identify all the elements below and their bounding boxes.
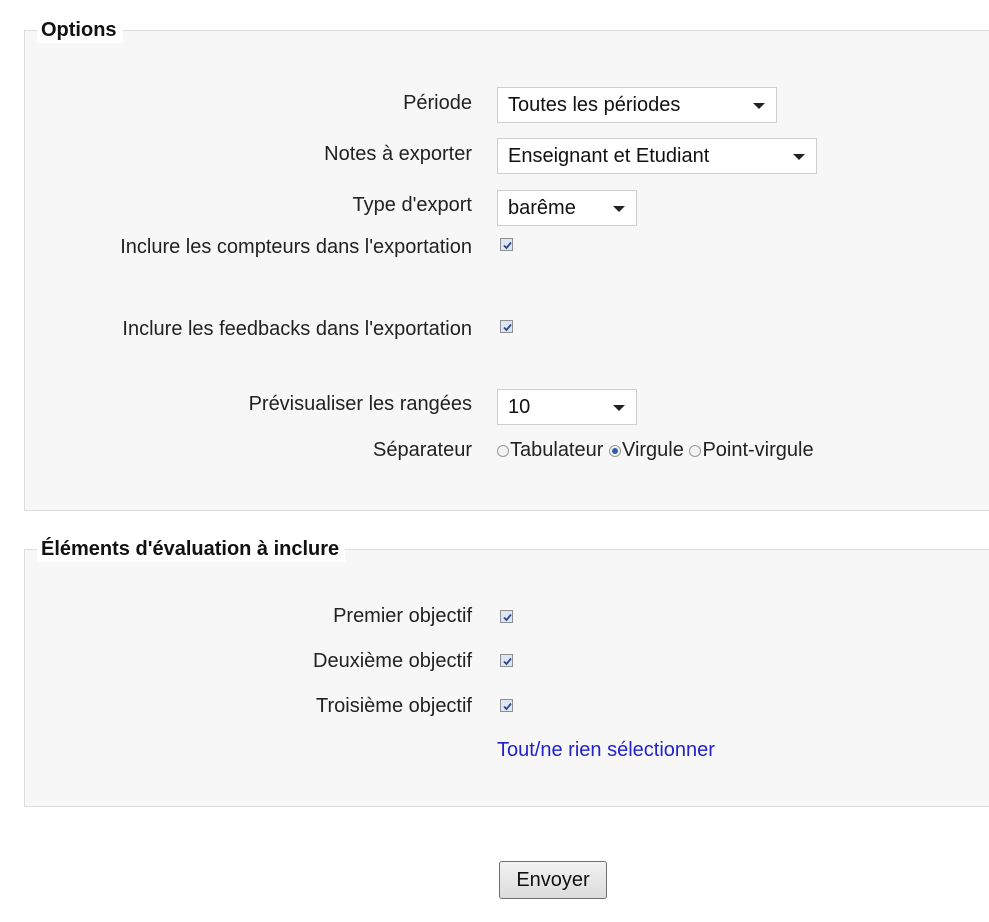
rangees-label: Prévisualiser les rangées	[248, 393, 472, 415]
premier-objectif-checkbox[interactable]	[500, 610, 513, 623]
check-icon	[503, 613, 512, 622]
type-export-value: barême	[508, 197, 576, 219]
periode-select[interactable]: Toutes les périodes	[497, 87, 777, 123]
separateur-radio-group: Tabulateur Virgule Point-virgule	[497, 437, 814, 464]
feedbacks-label: Inclure les feedbacks dans l'exportation	[122, 318, 472, 340]
compteurs-checkbox[interactable]	[500, 238, 513, 251]
notes-label: Notes à exporter	[324, 143, 472, 165]
radio-tabulateur-label: Tabulateur	[510, 439, 604, 461]
chevron-down-icon	[613, 405, 625, 411]
radio-point-virgule-label: Point-virgule	[702, 439, 814, 461]
notes-value: Enseignant et Etudiant	[508, 145, 710, 167]
troisieme-objectif-label: Troisième objectif	[316, 695, 472, 717]
premier-objectif-label: Premier objectif	[333, 605, 472, 627]
eval-legend: Éléments d'évaluation à inclure	[37, 536, 346, 562]
troisieme-objectif-checkbox[interactable]	[500, 699, 513, 712]
options-legend: Options	[37, 17, 123, 43]
check-icon	[503, 702, 512, 711]
radio-virgule[interactable]	[608, 445, 621, 457]
rangees-select[interactable]: 10	[497, 389, 637, 425]
type-export-select[interactable]: barême	[497, 190, 637, 226]
radio-virgule-label: Virgule	[621, 439, 684, 461]
radio-point-virgule[interactable]	[689, 445, 702, 457]
rangees-value: 10	[508, 396, 531, 418]
chevron-down-icon	[753, 103, 765, 109]
chevron-down-icon	[793, 154, 805, 160]
chevron-down-icon	[613, 206, 625, 212]
deuxieme-objectif-label: Deuxième objectif	[313, 650, 472, 672]
periode-label: Période	[403, 92, 472, 114]
top-spacer	[0, 0, 989, 30]
deuxieme-objectif-checkbox[interactable]	[500, 654, 513, 667]
type-export-label: Type d'export	[352, 194, 472, 216]
periode-value: Toutes les périodes	[508, 94, 681, 116]
submit-button[interactable]: Envoyer	[499, 861, 607, 899]
select-all-link[interactable]: Tout/ne rien sélectionner	[497, 737, 715, 764]
check-icon	[503, 657, 512, 666]
separateur-label: Séparateur	[373, 439, 472, 461]
eval-fieldset: Éléments d'évaluation à inclure	[24, 536, 989, 807]
check-icon	[503, 323, 512, 332]
radio-tabulateur[interactable]	[497, 445, 509, 457]
feedbacks-checkbox[interactable]	[500, 320, 513, 333]
compteurs-label: Inclure les compteurs dans l'exportation	[120, 236, 472, 258]
notes-select[interactable]: Enseignant et Etudiant	[497, 138, 817, 174]
check-icon	[503, 241, 512, 250]
